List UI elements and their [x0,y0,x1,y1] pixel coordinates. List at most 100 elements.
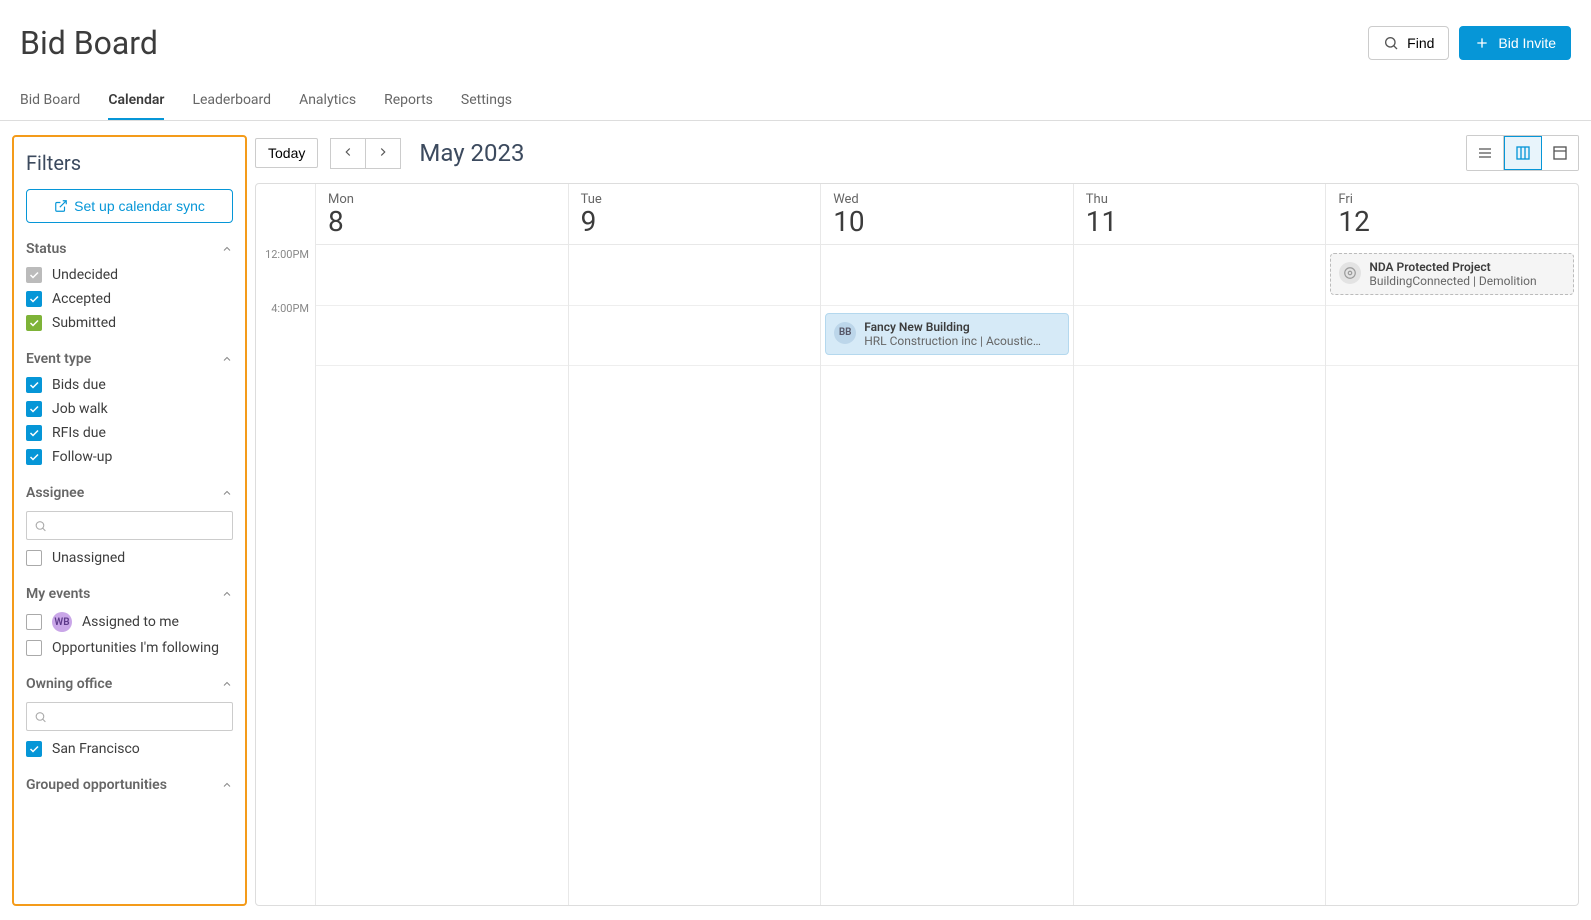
assignee-title: Assignee [26,485,84,501]
avatar: WB [52,612,72,632]
checkbox-opportunities-following[interactable]: Opportunities I'm following [26,640,233,656]
day-name: Tue [581,192,809,207]
event-subtitle: HRL Construction inc | Acoustic… [864,334,1060,348]
filter-section-status[interactable]: Status [26,241,233,257]
chevron-up-icon [221,243,233,255]
find-button[interactable]: Find [1368,26,1449,60]
event-type-label: RFIs due [52,425,106,441]
today-button[interactable]: Today [255,138,318,168]
checkbox-job-walk[interactable]: Job walk [26,401,233,417]
month-label: May 2023 [419,139,524,167]
owning-office-title: Owning office [26,676,112,692]
following-label: Opportunities I'm following [52,640,219,656]
day-name: Fri [1338,192,1566,207]
columns-icon [1515,145,1531,161]
day-num: 12 [1338,207,1566,238]
day-col-tue[interactable]: Tue 9 [569,184,822,905]
chevron-up-icon [221,487,233,499]
bid-invite-button[interactable]: Bid Invite [1459,26,1571,60]
day-icon [1552,145,1568,161]
search-icon [34,710,47,723]
checkbox-bids-due[interactable]: Bids due [26,377,233,393]
chevron-left-icon [341,145,355,159]
day-num: 10 [833,207,1061,238]
assignee-search-input[interactable] [26,511,233,540]
office-label: San Francisco [52,741,140,757]
checkbox-submitted[interactable]: Submitted [26,315,233,331]
checkbox-assigned-to-me[interactable]: WB Assigned to me [26,612,233,632]
view-day-button[interactable] [1542,136,1578,170]
checkbox-accepted[interactable]: Accepted [26,291,233,307]
filters-title: Filters [26,151,233,175]
owning-office-search-input[interactable] [26,702,233,731]
chevron-up-icon [221,678,233,690]
event-title: Fancy New Building [864,320,1060,334]
external-link-icon [54,199,68,213]
assigned-to-me-label: Assigned to me [82,614,179,630]
prev-button[interactable] [330,138,365,169]
filters-panel: Filters Set up calendar sync Status Unde… [12,135,247,906]
sync-label: Set up calendar sync [74,198,205,214]
time-label: 12:00PM [256,248,315,302]
chevron-up-icon [221,588,233,600]
find-label: Find [1407,35,1434,51]
tab-settings[interactable]: Settings [461,82,512,120]
day-num: 8 [328,207,556,238]
grouped-title: Grouped opportunities [26,777,167,793]
day-col-thu[interactable]: Thu 11 [1074,184,1327,905]
day-num: 9 [581,207,809,238]
my-events-title: My events [26,586,90,602]
chevron-up-icon [221,353,233,365]
event-fancy-new-building[interactable]: BB Fancy New Building HRL Construction i… [825,313,1069,355]
time-label: 4:00PM [256,302,315,362]
day-name: Mon [328,192,556,207]
day-col-fri[interactable]: Fri 12 NDA Protected Projec [1326,184,1578,905]
tab-bid-board[interactable]: Bid Board [20,82,80,120]
filter-section-owning-office[interactable]: Owning office [26,676,233,692]
event-avatar: BB [834,322,856,344]
event-nda-protected[interactable]: NDA Protected Project BuildingConnected … [1330,253,1574,295]
day-name: Thu [1086,192,1314,207]
event-subtitle: BuildingConnected | Demolition [1369,274,1565,288]
view-list-button[interactable] [1467,136,1504,170]
checkbox-undecided[interactable]: Undecided [26,267,233,283]
unassigned-label: Unassigned [52,550,125,566]
search-icon [34,519,47,532]
tab-analytics[interactable]: Analytics [299,82,356,120]
status-label: Undecided [52,267,118,283]
search-icon [1383,35,1399,51]
view-week-button[interactable] [1504,136,1542,170]
event-type-label: Bids due [52,377,106,393]
next-button[interactable] [365,138,401,169]
event-type-label: Job walk [52,401,108,417]
status-label: Submitted [52,315,116,331]
day-col-wed[interactable]: Wed 10 BB Fancy New Building HRL Constru… [821,184,1074,905]
plus-icon [1474,35,1490,51]
filter-section-event-type[interactable]: Event type [26,351,233,367]
lock-icon [1339,262,1361,284]
event-title: NDA Protected Project [1369,260,1565,274]
event-type-label: Follow-up [52,449,112,465]
status-title: Status [26,241,66,257]
tab-calendar[interactable]: Calendar [108,82,164,120]
day-col-mon[interactable]: Mon 8 [316,184,569,905]
filter-section-my-events[interactable]: My events [26,586,233,602]
filter-section-grouped[interactable]: Grouped opportunities [26,777,233,793]
checkbox-san-francisco[interactable]: San Francisco [26,741,233,757]
checkbox-unassigned[interactable]: Unassigned [26,550,233,566]
day-name: Wed [833,192,1061,207]
setup-calendar-sync-button[interactable]: Set up calendar sync [26,189,233,223]
time-column: 12:00PM 4:00PM [256,184,316,905]
tab-bar: Bid Board Calendar Leaderboard Analytics… [0,82,1591,121]
bid-invite-label: Bid Invite [1498,35,1556,51]
chevron-right-icon [376,145,390,159]
checkbox-rfis-due[interactable]: RFIs due [26,425,233,441]
tab-leaderboard[interactable]: Leaderboard [192,82,271,120]
checkbox-follow-up[interactable]: Follow-up [26,449,233,465]
filter-section-assignee[interactable]: Assignee [26,485,233,501]
status-label: Accepted [52,291,111,307]
tab-reports[interactable]: Reports [384,82,433,120]
chevron-up-icon [221,779,233,791]
page-title: Bid Board [20,24,158,62]
day-num: 11 [1086,207,1314,238]
